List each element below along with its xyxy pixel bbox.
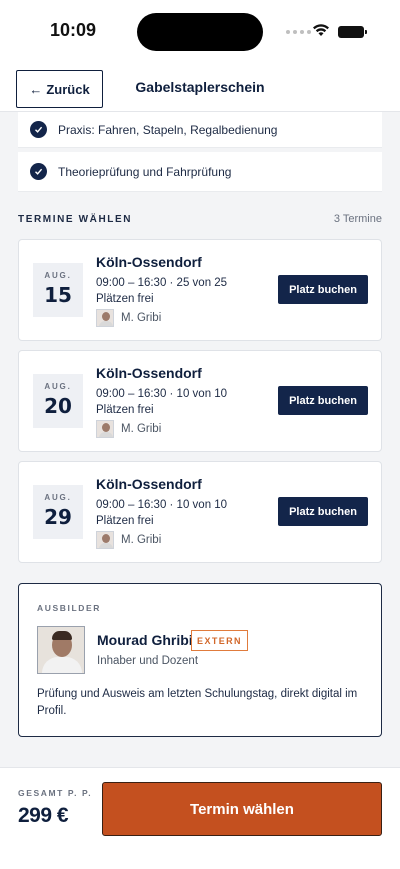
instructor-name: Mourad Ghribi (97, 632, 193, 648)
course-details: 09:00 – 16:30 · 10 von 10 Plätzen frei (96, 499, 228, 527)
course-location: Köln-Ossendorf (96, 365, 202, 381)
trainer-name: M. Gribi (121, 423, 162, 435)
dates-count: 3 Termine (333, 213, 382, 225)
feature-label: Praxis: Fahren, Stapeln, Regalbedienung (58, 122, 278, 137)
choose-date-button[interactable]: Termin wählen (102, 782, 382, 836)
battery-icon (338, 26, 367, 38)
course-trainer: M. Gribi (96, 420, 161, 438)
instructor-section-label: AUSBILDER (37, 603, 101, 613)
check-icon (30, 121, 47, 138)
dates-section-title: TERMINE WÄHLEN (18, 213, 133, 225)
book-seat-button[interactable]: Platz buchen (278, 497, 368, 526)
app-header: ← Zurück Gabelstaplerschein (0, 62, 400, 112)
date-month: AUG. (44, 493, 72, 502)
extern-badge: EXTERN (191, 630, 248, 651)
trainer-avatar (96, 420, 114, 438)
trainer-name: M. Gribi (121, 312, 162, 324)
date-badge: AUG. 29 (33, 485, 83, 539)
instructor-card: AUSBILDER Mourad Ghribi EXTERN Inhaber u… (18, 583, 382, 737)
book-seat-button[interactable]: Platz buchen (278, 386, 368, 415)
status-time: 10:09 (50, 20, 97, 40)
trainer-avatar (96, 531, 114, 549)
total-label: GESAMT P. P. (18, 788, 93, 798)
instructor-photo (37, 626, 85, 674)
course-location: Köln-Ossendorf (96, 476, 202, 492)
signal-icon (286, 30, 311, 34)
feature-label: Theorieprüfung und Fahrprüfung (58, 164, 232, 179)
page-title: Gabelstaplerschein (135, 79, 265, 95)
check-icon (30, 163, 47, 180)
status-bar: 10:09 (0, 0, 400, 62)
date-month: AUG. (44, 382, 72, 391)
date-day: 20 (44, 394, 72, 418)
date-card: AUG. 15 Köln-Ossendorf 09:00 – 16:30 · 2… (18, 239, 382, 341)
book-seat-button[interactable]: Platz buchen (278, 275, 368, 304)
total-price: 299 € (18, 804, 69, 827)
course-details: 09:00 – 16:30 · 25 von 25 Plätzen frei (96, 277, 228, 305)
trainer-avatar (96, 309, 114, 327)
instructor-note: Prüfung und Ausweis am letzten Schulungs… (37, 688, 358, 717)
dates-section-header: TERMINE WÄHLEN 3 Termine (18, 213, 382, 225)
date-month: AUG. (44, 271, 72, 280)
date-badge: AUG. 15 (33, 263, 83, 317)
date-card: AUG. 20 Köln-Ossendorf 09:00 – 16:30 · 1… (18, 350, 382, 452)
date-badge: AUG. 20 (33, 374, 83, 428)
course-location: Köln-Ossendorf (96, 254, 202, 270)
checkout-bar: GESAMT P. P. 299 € Termin wählen (0, 767, 400, 869)
feature-list: Praxis: Fahren, Stapeln, Regalbedienung … (18, 112, 382, 192)
dynamic-island (137, 13, 263, 51)
date-day: 29 (44, 505, 72, 529)
feature-item: Praxis: Fahren, Stapeln, Regalbedienung (18, 112, 382, 148)
wifi-icon (313, 24, 329, 36)
instructor-role: Inhaber und Dozent (97, 655, 199, 667)
course-details: 09:00 – 16:30 · 10 von 10 Plätzen frei (96, 388, 228, 416)
course-trainer: M. Gribi (96, 531, 161, 549)
date-day: 15 (44, 283, 72, 307)
feature-item: Theorieprüfung und Fahrprüfung (18, 152, 382, 192)
date-card: AUG. 29 Köln-Ossendorf 09:00 – 16:30 · 1… (18, 461, 382, 563)
trainer-name: M. Gribi (121, 534, 162, 546)
course-trainer: M. Gribi (96, 309, 161, 327)
